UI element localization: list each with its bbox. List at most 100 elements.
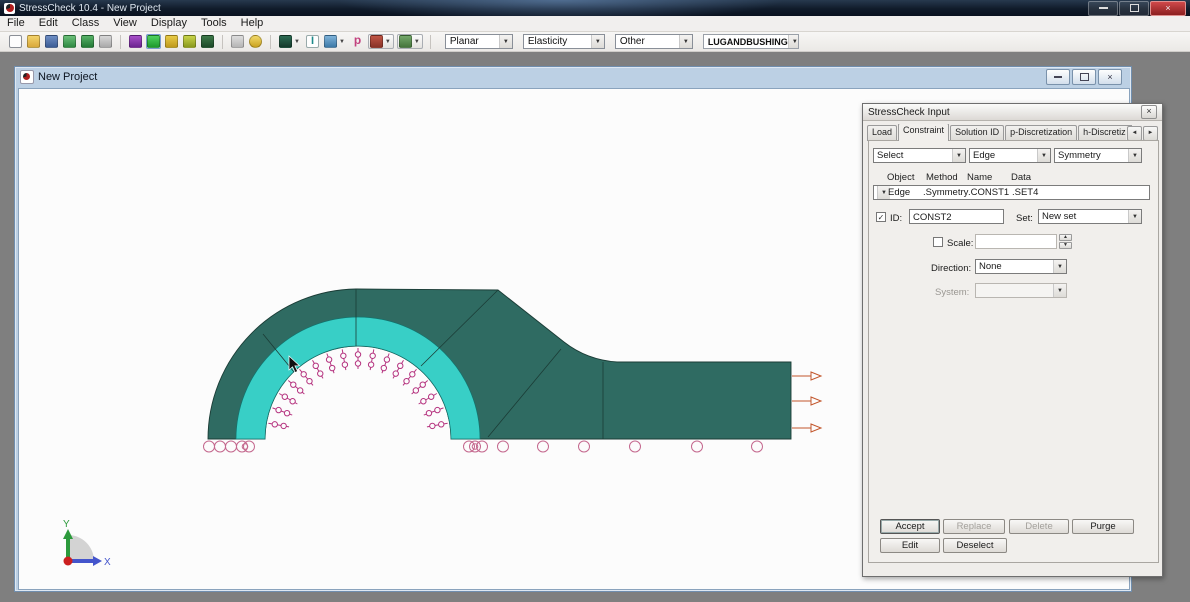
roller-constraint[interactable] (244, 441, 255, 452)
mdi-restore-button[interactable] (1072, 69, 1096, 85)
menu-help[interactable]: Help (234, 16, 271, 31)
dropdown-arrow-icon[interactable]: ▼ (413, 39, 421, 45)
symmetry-constraint-symbol[interactable] (326, 353, 334, 373)
id-checkbox[interactable]: ✓ (876, 212, 886, 222)
spinner-up-button[interactable]: ▲ (1059, 234, 1072, 241)
mdi-titlebar[interactable]: New Project × (15, 67, 1131, 87)
menu-view[interactable]: View (106, 16, 144, 31)
mdi-minimize-button[interactable] (1046, 69, 1070, 85)
set-dropdown[interactable]: New set ▼ (1038, 209, 1142, 224)
close-button[interactable]: × (1150, 1, 1186, 16)
new-file-button[interactable] (8, 34, 23, 49)
load-arrow[interactable] (792, 372, 821, 380)
scale-checkbox[interactable] (933, 237, 943, 247)
maximize-button[interactable] (1119, 1, 1149, 16)
export-model-button[interactable] (80, 34, 95, 49)
select-reference-type[interactable]: Planar▼ (445, 34, 513, 49)
symmetry-constraint-symbol[interactable] (313, 360, 324, 378)
tab-h-discretization[interactable]: h-Discretization (1078, 125, 1132, 141)
selector-edge[interactable]: Edge▼ (969, 148, 1051, 163)
dropdown-arrow-icon[interactable]: ▼ (952, 149, 965, 162)
roller-constraint[interactable] (692, 441, 703, 452)
selector-symmetry[interactable]: Symmetry▼ (1054, 148, 1142, 163)
tab-scroll-right-button[interactable]: ► (1143, 126, 1158, 141)
key-button[interactable] (248, 34, 263, 49)
symmetry-constraint-symbol[interactable] (300, 369, 313, 385)
dropdown-arrow-icon[interactable]: ▼ (1053, 260, 1066, 273)
surfaces-class-button[interactable] (164, 34, 179, 49)
roller-constraint[interactable] (538, 441, 549, 452)
edit-button[interactable]: Edit (880, 538, 940, 553)
import-model-button[interactable] (62, 34, 77, 49)
tab-p-discretization[interactable]: p-Discretization (1005, 125, 1077, 141)
symmetry-constraint-symbol[interactable] (288, 381, 304, 394)
minimize-button[interactable] (1088, 1, 1118, 16)
roller-constraint[interactable] (215, 441, 226, 452)
delete-button[interactable]: Delete (1009, 519, 1069, 534)
points-class-button[interactable] (128, 34, 143, 49)
tab-load[interactable]: Load (867, 125, 897, 141)
p-order-button[interactable] (350, 34, 365, 49)
roller-constraint[interactable] (752, 441, 763, 452)
symmetry-constraint-symbol[interactable] (424, 407, 444, 415)
selector-select[interactable]: Select▼ (873, 148, 966, 163)
scale-input[interactable] (975, 234, 1057, 249)
dropdown-arrow-icon[interactable]: ▼ (679, 35, 692, 48)
layer-swatch-button[interactable]: ▼ (323, 34, 347, 49)
tab-constraint[interactable]: Constraint (898, 124, 949, 141)
dropdown-arrow-icon[interactable]: ▼ (788, 35, 799, 48)
symmetry-constraint-symbol[interactable] (279, 394, 297, 405)
menu-file[interactable]: File (0, 16, 32, 31)
regions-class-button[interactable] (182, 34, 197, 49)
select-part[interactable]: LUGANDBUSHING▼ (703, 34, 799, 49)
paste-button[interactable] (230, 34, 245, 49)
menu-class[interactable]: Class (65, 16, 107, 31)
snapshot-button[interactable] (98, 34, 113, 49)
symmetry-constraint-symbol[interactable] (341, 349, 348, 370)
app-titlebar[interactable]: StressCheck 10.4 - New Project × (0, 0, 1190, 16)
symmetry-constraint-symbol[interactable] (412, 381, 428, 394)
roller-constraint[interactable] (498, 441, 509, 452)
symmetry-constraint-symbol[interactable] (381, 353, 389, 373)
symmetry-constraint-symbol[interactable] (403, 369, 416, 385)
roller-constraint[interactable] (579, 441, 590, 452)
solids-class-button[interactable] (200, 34, 215, 49)
dropdown-arrow-icon[interactable]: ▼ (1037, 149, 1050, 162)
roller-constraint[interactable] (226, 441, 237, 452)
save-button[interactable] (44, 34, 59, 49)
load-arrow[interactable] (792, 424, 821, 432)
symmetry-constraint-symbol[interactable] (368, 349, 375, 370)
text-beam-button[interactable] (305, 34, 320, 49)
menu-edit[interactable]: Edit (32, 16, 65, 31)
menu-tools[interactable]: Tools (194, 16, 234, 31)
menu-display[interactable]: Display (144, 16, 194, 31)
symmetry-constraint-symbol[interactable] (427, 422, 448, 429)
symmetry-constraint-symbol[interactable] (419, 394, 437, 405)
spinner-down-button[interactable]: ▼ (1059, 242, 1072, 249)
id-input[interactable]: CONST2 (909, 209, 1004, 224)
accept-button[interactable]: Accept (880, 519, 940, 534)
roller-constraint[interactable] (204, 441, 215, 452)
dropdown-arrow-icon[interactable]: ▼ (293, 39, 301, 45)
dialog-close-button[interactable]: × (1141, 105, 1157, 119)
view-combo-button[interactable]: ▼ (368, 34, 394, 49)
mdi-close-button[interactable]: × (1098, 69, 1122, 85)
dropdown-arrow-icon[interactable]: ▼ (1128, 210, 1141, 223)
color-swatch-button[interactable]: ▼ (278, 34, 302, 49)
symmetry-constraint-symbol[interactable] (272, 407, 292, 415)
select-theory[interactable]: Elasticity▼ (523, 34, 605, 49)
deselect-button[interactable]: Deselect (943, 538, 1007, 553)
dropdown-arrow-icon[interactable]: ▼ (1128, 149, 1141, 162)
purge-button[interactable]: Purge (1072, 519, 1134, 534)
load-arrow[interactable] (792, 397, 821, 405)
snap-combo-button[interactable]: ▼ (397, 34, 423, 49)
dropdown-arrow-icon[interactable]: ▼ (499, 35, 512, 48)
select-method[interactable]: Other▼ (615, 34, 693, 49)
dialog-titlebar[interactable]: StressCheck Input × (863, 104, 1162, 121)
tab-solution-id[interactable]: Solution ID (950, 125, 1004, 141)
symmetry-constraint-symbol[interactable] (268, 422, 289, 429)
dropdown-arrow-icon[interactable]: ▼ (384, 39, 392, 45)
dropdown-arrow-icon[interactable]: ▼ (338, 39, 346, 45)
symmetry-constraint-symbol[interactable] (355, 348, 360, 369)
replace-button[interactable]: Replace (943, 519, 1005, 534)
